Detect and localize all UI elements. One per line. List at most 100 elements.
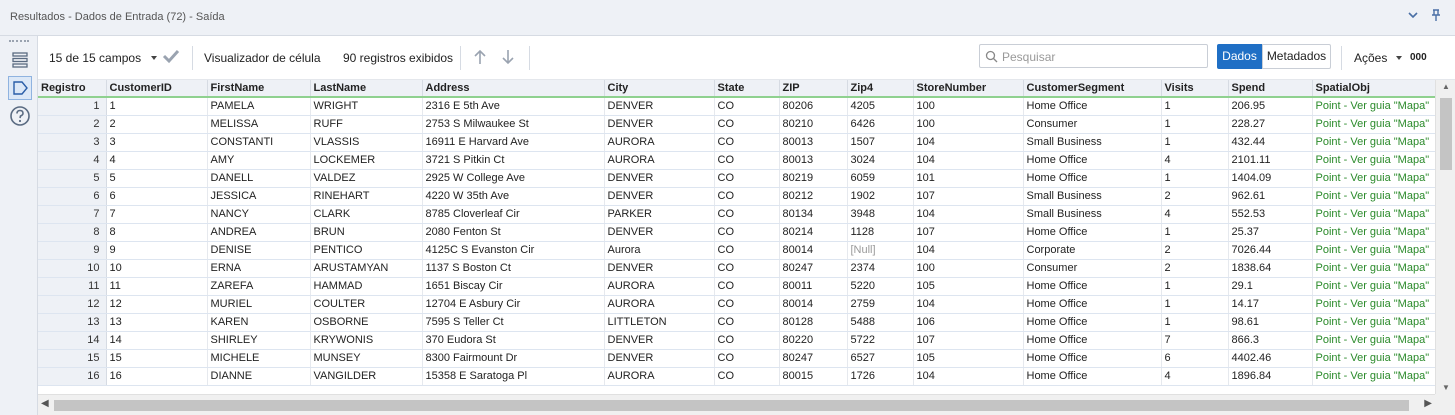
- table-row[interactable]: 3 3 CONSTANTI VLASSIS 16911 E Harvard Ave AUR…: [38, 133, 1435, 152]
- table-cell[interactable]: 6: [1161, 349, 1229, 368]
- table-cell[interactable]: 12: [106, 295, 208, 314]
- arrow-up-icon[interactable]: [472, 48, 488, 69]
- table-cell[interactable]: 107: [913, 223, 1024, 242]
- table-cell[interactable]: 3: [106, 133, 208, 152]
- record-number-cell[interactable]: 16: [38, 367, 107, 386]
- table-cell[interactable]: Point - Ver guia "Mapa": [1312, 151, 1435, 170]
- table-row[interactable]: 10 10 ERNA ARUSTAMYAN 1137 S Boston Ct DENVER…: [38, 259, 1435, 278]
- table-cell[interactable]: 2: [106, 115, 208, 134]
- table-cell[interactable]: 16: [106, 367, 208, 386]
- table-cell[interactable]: 1: [106, 97, 208, 116]
- tab-dados[interactable]: Dados: [1217, 44, 1262, 69]
- table-cell[interactable]: AURORA: [604, 277, 715, 296]
- table-cell[interactable]: 80247: [779, 349, 848, 368]
- table-cell[interactable]: Small Business: [1023, 205, 1162, 224]
- table-cell[interactable]: 2080 Fenton St: [422, 223, 605, 242]
- table-cell[interactable]: 11: [106, 277, 208, 296]
- table-cell[interactable]: 4: [1161, 151, 1229, 170]
- table-cell[interactable]: CO: [714, 313, 780, 332]
- table-cell[interactable]: [Null]: [847, 241, 914, 260]
- table-cell[interactable]: CLARK: [310, 205, 423, 224]
- column-header-visits[interactable]: Visits: [1161, 80, 1229, 98]
- table-cell[interactable]: DANELL: [207, 169, 311, 188]
- table-cell[interactable]: 370 Eudora St: [422, 331, 605, 350]
- table-row[interactable]: 4 4 AMY LOCKEMER 3721 S Pitkin Ct AURORA CO 800…: [38, 151, 1435, 170]
- table-cell[interactable]: 1137 S Boston Ct: [422, 259, 605, 278]
- table-cell[interactable]: RUFF: [310, 115, 423, 134]
- table-cell[interactable]: Point - Ver guia "Mapa": [1312, 115, 1435, 134]
- table-cell[interactable]: 6: [106, 187, 208, 206]
- table-cell[interactable]: HAMMAD: [310, 277, 423, 296]
- table-cell[interactable]: MICHELE: [207, 349, 311, 368]
- table-cell[interactable]: 1: [1161, 295, 1229, 314]
- table-cell[interactable]: 1: [1161, 133, 1229, 152]
- table-cell[interactable]: CO: [714, 367, 780, 386]
- table-cell[interactable]: 80128: [779, 313, 848, 332]
- pin-icon[interactable]: [1427, 8, 1445, 26]
- fields-dropdown[interactable]: 15 de 15 campos: [49, 51, 158, 65]
- table-cell[interactable]: 1507: [847, 133, 914, 152]
- scroll-up-icon[interactable]: ▲: [1436, 82, 1455, 91]
- table-row[interactable]: 13 13 KAREN OSBORNE 7595 S Teller Ct LITTLETO…: [38, 313, 1435, 332]
- table-cell[interactable]: Point - Ver guia "Mapa": [1312, 169, 1435, 188]
- table-cell[interactable]: OSBORNE: [310, 313, 423, 332]
- table-cell[interactable]: 106: [913, 313, 1024, 332]
- table-cell[interactable]: 1: [1161, 313, 1229, 332]
- table-cell[interactable]: 80134: [779, 205, 848, 224]
- table-row[interactable]: 5 5 DANELL VALDEZ 2925 W College Ave DENVER CO…: [38, 169, 1435, 188]
- table-cell[interactable]: 105: [913, 277, 1024, 296]
- table-cell[interactable]: Point - Ver guia "Mapa": [1312, 277, 1435, 296]
- table-cell[interactable]: CO: [714, 277, 780, 296]
- column-header-zip4[interactable]: Zip4: [847, 80, 914, 98]
- table-cell[interactable]: 2: [1161, 241, 1229, 260]
- table-cell[interactable]: Home Office: [1023, 313, 1162, 332]
- table-cell[interactable]: 104: [913, 133, 1024, 152]
- table-cell[interactable]: 29.1: [1228, 277, 1313, 296]
- table-cell[interactable]: 8300 Fairmount Dr: [422, 349, 605, 368]
- table-cell[interactable]: Point - Ver guia "Mapa": [1312, 367, 1435, 386]
- table-cell[interactable]: DENISE: [207, 241, 311, 260]
- table-cell[interactable]: DIANNE: [207, 367, 311, 386]
- record-number-cell[interactable]: 1: [38, 97, 107, 116]
- table-cell[interactable]: 2: [1161, 187, 1229, 206]
- table-cell[interactable]: 80219: [779, 169, 848, 188]
- table-cell[interactable]: 9: [106, 241, 208, 260]
- table-cell[interactable]: ERNA: [207, 259, 311, 278]
- record-number-cell[interactable]: 11: [38, 277, 107, 296]
- table-cell[interactable]: 25.37: [1228, 223, 1313, 242]
- table-cell[interactable]: Point - Ver guia "Mapa": [1312, 223, 1435, 242]
- table-cell[interactable]: Small Business: [1023, 133, 1162, 152]
- table-cell[interactable]: 107: [913, 187, 1024, 206]
- table-cell[interactable]: 1902: [847, 187, 914, 206]
- cell-viewer-button[interactable]: Visualizador de célula: [204, 51, 321, 65]
- table-cell[interactable]: 1404.09: [1228, 169, 1313, 188]
- table-cell[interactable]: 1896.84: [1228, 367, 1313, 386]
- table-cell[interactable]: 100: [913, 115, 1024, 134]
- table-cell[interactable]: 3024: [847, 151, 914, 170]
- table-cell[interactable]: WRIGHT: [310, 97, 423, 116]
- table-cell[interactable]: 2: [1161, 259, 1229, 278]
- table-cell[interactable]: 2316 E 5th Ave: [422, 97, 605, 116]
- table-row[interactable]: 7 7 NANCY CLARK 8785 Cloverleaf Cir PARKER CO 8…: [38, 205, 1435, 224]
- table-cell[interactable]: 8785 Cloverleaf Cir: [422, 205, 605, 224]
- table-cell[interactable]: CO: [714, 133, 780, 152]
- table-cell[interactable]: 4205: [847, 97, 914, 116]
- table-cell[interactable]: CO: [714, 241, 780, 260]
- record-number-cell[interactable]: 15: [38, 349, 107, 368]
- table-cell[interactable]: AURORA: [604, 151, 715, 170]
- table-cell[interactable]: SHIRLEY: [207, 331, 311, 350]
- record-number-cell[interactable]: 2: [38, 115, 107, 134]
- table-row[interactable]: 6 6 JESSICA RINEHART 4220 W 35th Ave DENVER CO…: [38, 187, 1435, 206]
- table-cell[interactable]: CONSTANTI: [207, 133, 311, 152]
- table-cell[interactable]: 15: [106, 349, 208, 368]
- record-number-cell[interactable]: 9: [38, 241, 107, 260]
- table-cell[interactable]: RINEHART: [310, 187, 423, 206]
- record-number-cell[interactable]: 13: [38, 313, 107, 332]
- table-cell[interactable]: 4220 W 35th Ave: [422, 187, 605, 206]
- vertical-scrollbar[interactable]: ▲ ▼: [1435, 80, 1455, 394]
- record-number-cell[interactable]: 4: [38, 151, 107, 170]
- table-cell[interactable]: CO: [714, 97, 780, 116]
- table-cell[interactable]: AMY: [207, 151, 311, 170]
- table-cell[interactable]: Point - Ver guia "Mapa": [1312, 313, 1435, 332]
- table-cell[interactable]: 1128: [847, 223, 914, 242]
